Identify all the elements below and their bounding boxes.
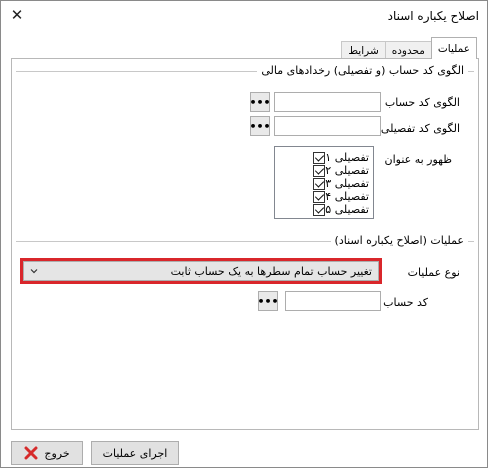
operation-legend: عملیات (اصلاح یکباره اسناد) (330, 234, 468, 247)
operation-type-value: تغییر حساب تمام سطرها به یک حساب ثابت (170, 265, 372, 278)
exit-x-icon (24, 446, 38, 460)
tab-strip: عملیات محدوده شرایط (341, 37, 477, 59)
tab-conditions[interactable]: شرایط (341, 41, 386, 59)
window-title: اصلاح یکباره اسناد (387, 9, 479, 23)
account-pattern-group: الگوی کد حساب (و تفصیلی) رخدادهای مالی (16, 64, 474, 77)
show-as-item-4[interactable]: تفصیلی ۴ (310, 190, 369, 203)
checkbox-checked[interactable] (313, 190, 326, 203)
checkbox-checked[interactable] (313, 151, 326, 164)
show-as-item-label: تفصیلی ۵ (325, 203, 369, 216)
checkbox-checked[interactable] (313, 164, 326, 177)
account-code-input[interactable] (285, 291, 381, 311)
account-code-pattern-browse-button[interactable]: ••• (249, 92, 271, 112)
tab-panel-operations: الگوی کد حساب (و تفصیلی) رخدادهای مالی ا… (11, 58, 479, 430)
detail-code-pattern-input[interactable] (274, 116, 381, 136)
show-as-item-5[interactable]: تفصیلی ۵ (310, 203, 369, 216)
show-as-item-label: تفصیلی ۱ (325, 151, 369, 164)
operation-type-dropdown[interactable]: تغییر حساب تمام سطرها به یک حساب ثابت (20, 258, 382, 284)
close-icon[interactable]: ✕ (7, 6, 27, 24)
show-as-item-1[interactable]: تفصیلی ۱ (310, 151, 369, 164)
show-as-item-label: تفصیلی ۲ (325, 164, 369, 177)
show-as-item-label: تفصیلی ۳ (325, 177, 369, 190)
account-code-browse-button[interactable]: ••• (257, 291, 279, 311)
title-bar: اصلاح یکباره اسناد ✕ (1, 1, 487, 30)
checkbox-checked[interactable] (313, 203, 326, 216)
detail-code-pattern-browse-button[interactable]: ••• (249, 116, 271, 136)
run-operation-button[interactable]: اجرای عملیات (91, 441, 179, 465)
show-as-item-label: تفصیلی ۴ (325, 190, 369, 203)
operation-group: عملیات (اصلاح یکباره اسناد) (16, 234, 474, 247)
tab-range[interactable]: محدوده (384, 41, 432, 59)
tab-operations[interactable]: عملیات (430, 37, 477, 59)
chevron-down-icon (30, 269, 38, 274)
operation-type-select[interactable]: تغییر حساب تمام سطرها به یک حساب ثابت (23, 261, 379, 281)
detail-code-pattern-label: الگوی کد تفصیلی (380, 122, 460, 135)
run-operation-label: اجرای عملیات (102, 446, 168, 460)
exit-button[interactable]: خروج (11, 441, 83, 465)
show-as-label: ظهور به عنوان (384, 153, 452, 166)
dialog-window: اصلاح یکباره اسناد ✕ عملیات محدوده شرایط… (0, 0, 488, 468)
exit-label: خروج (44, 446, 70, 460)
account-pattern-legend: الگوی کد حساب (و تفصیلی) رخدادهای مالی (257, 64, 468, 77)
account-code-pattern-label: الگوی کد حساب (384, 96, 460, 109)
checkbox-checked[interactable] (313, 177, 326, 190)
show-as-checklist: تفصیلی ۱ تفصیلی ۲ تفصیلی ۳ تفصیلی ۴ تفصی… (274, 146, 374, 219)
account-code-pattern-input[interactable] (274, 92, 381, 112)
show-as-item-3[interactable]: تفصیلی ۳ (310, 177, 369, 190)
operation-type-label: نوع عملیات (407, 266, 460, 279)
account-code-label: کد حساب (383, 296, 428, 309)
show-as-item-2[interactable]: تفصیلی ۲ (310, 164, 369, 177)
